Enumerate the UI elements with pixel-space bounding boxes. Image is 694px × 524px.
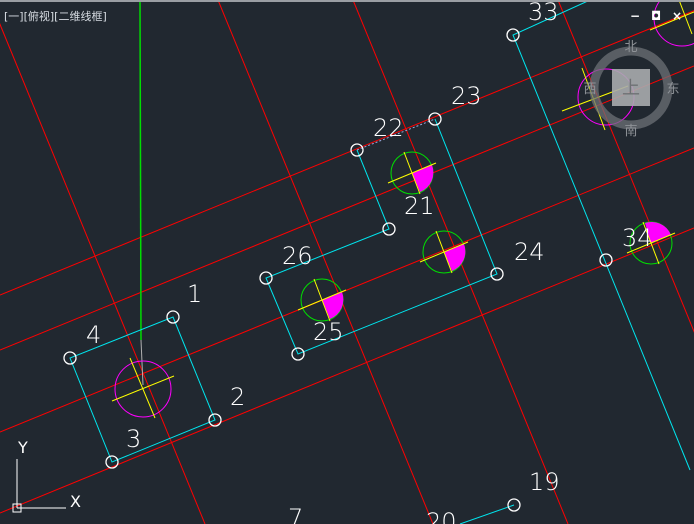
gray-reference-line — [140, 339, 144, 386]
label-21: 21 — [404, 192, 435, 220]
viewport-controls-label[interactable]: [一][俯视][二维线框] — [4, 8, 107, 24]
axis-grid-lines — [0, 0, 694, 524]
label-23: 23 — [451, 82, 482, 110]
drawing-viewport[interactable]: [一][俯视][二维线框] − ◘ × 1 2 3 4 21 22 23 24 … — [0, 0, 694, 524]
ucs-icon: Y X — [12, 438, 81, 513]
viewcube-east[interactable]: 东 — [666, 82, 679, 97]
point-labels: 1 2 3 4 21 22 23 24 25 26 33 34 19 20 7 — [86, 0, 653, 524]
close-viewport-button[interactable]: × — [672, 9, 682, 23]
viewcube-face-label[interactable]: 上 — [622, 78, 640, 99]
label-19: 19 — [529, 468, 560, 496]
label-34: 34 — [622, 224, 653, 252]
viewcube-south[interactable]: 南 — [624, 123, 637, 139]
label-7: 7 — [288, 504, 303, 524]
label-22: 22 — [373, 114, 404, 142]
minimize-viewport-button[interactable]: − — [630, 9, 640, 23]
green-reference-line — [139, 0, 142, 341]
ucs-y-label: Y — [17, 438, 28, 457]
label-33: 33 — [528, 0, 559, 26]
pile-points — [63, 28, 613, 512]
drawing-canvas: 1 2 3 4 21 22 23 24 25 26 33 34 19 20 7 … — [0, 0, 694, 524]
viewcube-west[interactable]: 西 — [583, 82, 596, 97]
label-20: 20 — [426, 508, 457, 524]
label-4: 4 — [86, 321, 101, 349]
ucs-x-label: X — [70, 492, 81, 511]
restore-viewport-button[interactable]: ◘ — [651, 9, 661, 23]
label-1: 1 — [187, 280, 202, 308]
label-24: 24 — [514, 238, 545, 266]
label-2: 2 — [230, 383, 245, 411]
label-26: 26 — [282, 242, 313, 270]
label-3: 3 — [126, 425, 141, 453]
label-25: 25 — [313, 318, 344, 346]
viewcube-north[interactable]: 北 — [624, 40, 637, 55]
